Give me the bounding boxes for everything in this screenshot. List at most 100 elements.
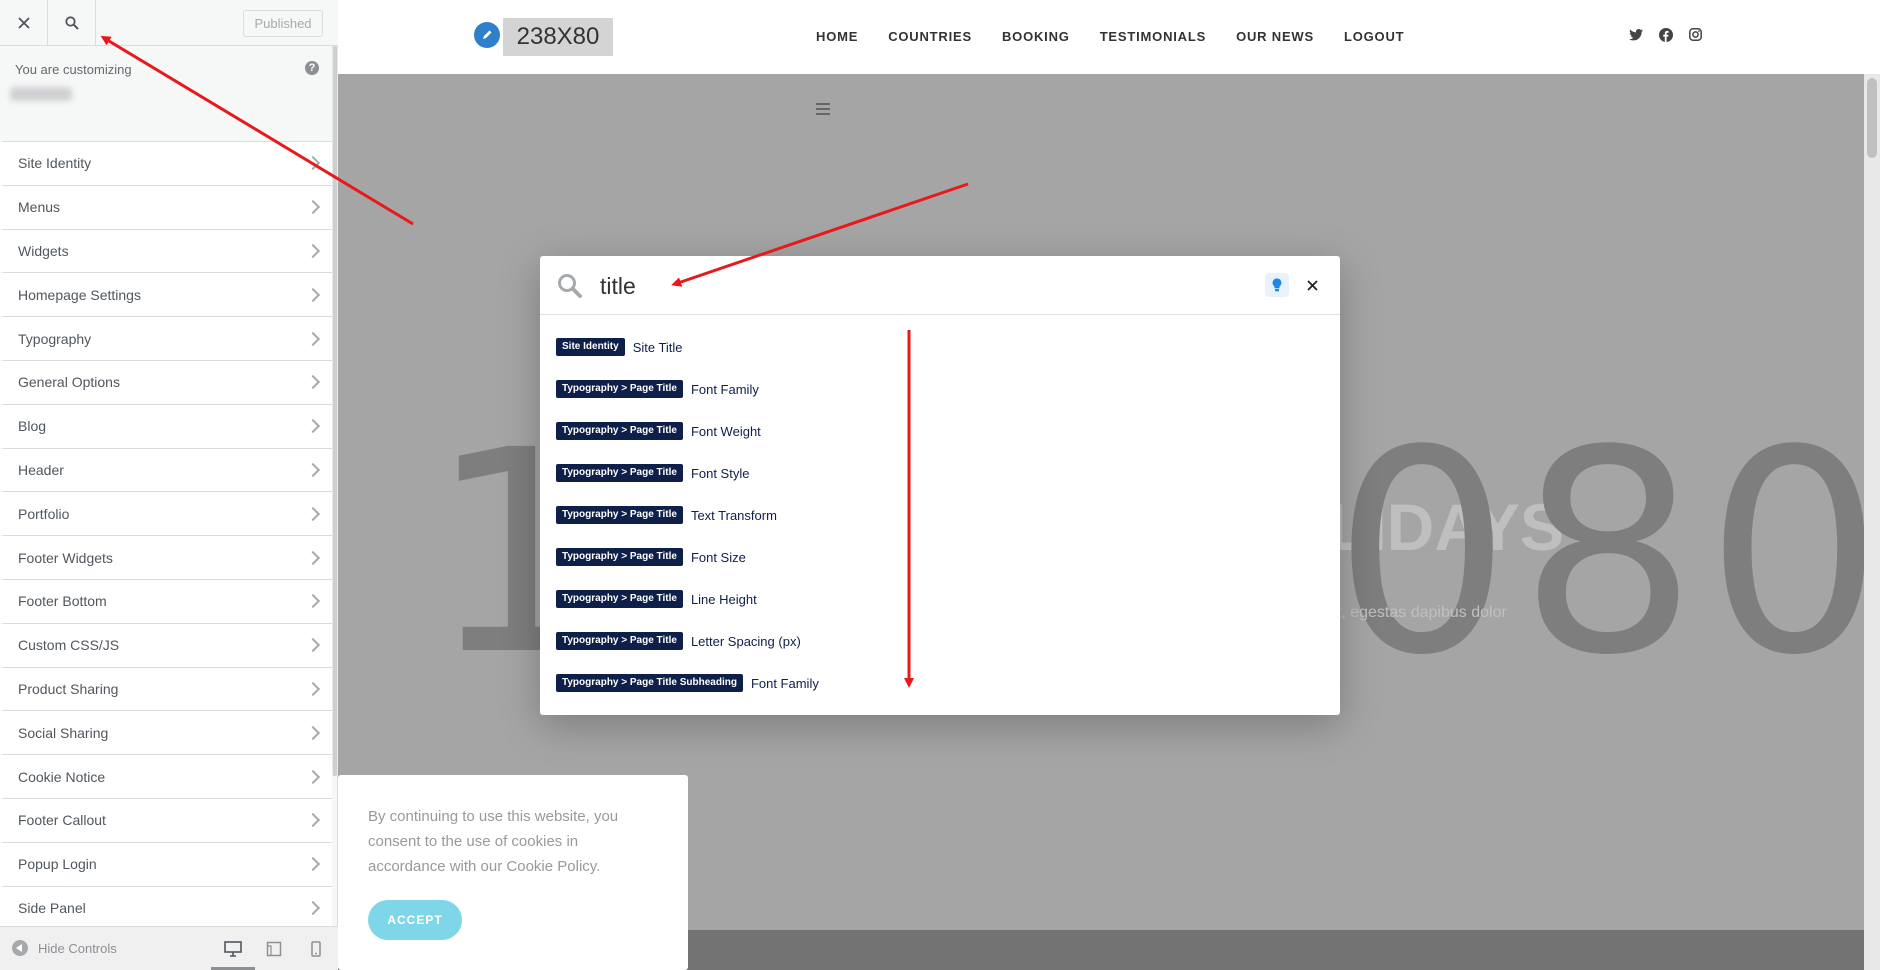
edit-shortcut-icon[interactable] (474, 22, 500, 48)
search-result-item[interactable]: Typography > Page Title Line Height (556, 578, 821, 620)
sidebar-item-label: Blog (18, 418, 47, 435)
sidebar-item-portfolio[interactable]: Portfolio (0, 491, 332, 536)
preview-scrollbar-thumb[interactable] (1867, 78, 1877, 158)
sidebar-item-footer-bottom[interactable]: Footer Bottom (0, 578, 332, 623)
search-result-item[interactable]: Typography > Page Title Font Weight (556, 410, 821, 452)
pencil-icon (483, 30, 492, 39)
sidebar-item-product-sharing[interactable]: Product Sharing (0, 666, 332, 711)
sidebar-item-custom-css-js[interactable]: Custom CSS/JS (0, 622, 332, 667)
chevron-right-icon (305, 594, 321, 609)
search-result-item[interactable]: Site Identity Site Title (556, 326, 821, 368)
nav-item-our-news[interactable]: OUR NEWS (1236, 29, 1314, 44)
instagram-icon[interactable] (1688, 27, 1703, 42)
sidebar-item-label: Site Identity (18, 155, 92, 172)
sidebar-item-footer-widgets[interactable]: Footer Widgets (0, 535, 332, 579)
settings-search-input[interactable] (600, 268, 1200, 304)
search-result-section-badge: Typography > Page Title (556, 422, 683, 440)
customizer-panel-list: Site Identity Menus Widgets Homepage Settin… (0, 141, 332, 930)
search-result-item[interactable]: Typography > Page Title Font Family (556, 368, 821, 410)
sidebar-item-label: Header (18, 461, 64, 478)
sidebar-item-social-sharing[interactable]: Social Sharing (0, 710, 332, 755)
preview-scrollbar[interactable] (1864, 74, 1880, 970)
search-result-label: Font Family (690, 381, 759, 397)
nav-item-booking[interactable]: BOOKING (1002, 29, 1070, 44)
settings-search-modal: Site Identity Site Title Typography > Page… (540, 256, 1340, 715)
search-result-item[interactable]: Typography > Page Title SubheadingFont W… (556, 704, 821, 715)
close-search-button[interactable] (1302, 275, 1322, 295)
sidebar-item-label: General Options (18, 374, 120, 391)
chevron-right-icon (305, 462, 321, 478)
chevron-right-icon (305, 900, 321, 916)
mobile-icon (311, 941, 321, 957)
sidebar-item-footer-callout[interactable]: Footer Callout (0, 797, 332, 842)
sidebar-item-homepage-settings[interactable]: Homepage Settings (0, 272, 332, 317)
search-result-section-badge: Typography > Page Title (556, 506, 683, 524)
search-result-item[interactable]: Typography > Page Title Letter Spacing (p… (556, 620, 821, 662)
tablet-icon (266, 941, 282, 957)
sidebar-item-label: Popup Login (18, 856, 97, 873)
help-icon[interactable]: ? (305, 61, 319, 75)
sidebar-scrollbar-thumb[interactable] (333, 46, 337, 776)
search-result-item[interactable]: Typography > Page Title Font Size (556, 536, 821, 578)
search-tips-button[interactable] (1265, 273, 1289, 297)
sidebar-item-label: Cookie Notice (18, 768, 106, 785)
facebook-icon[interactable] (1658, 27, 1673, 42)
search-result-item[interactable]: Typography > Page Title Subheading Font F… (556, 662, 821, 704)
sidebar-item-blog[interactable]: Blog (0, 403, 332, 448)
published-button[interactable]: Published (243, 10, 323, 37)
search-result-section-badge: Site Identity (556, 338, 625, 356)
close-customizer-button[interactable] (0, 0, 48, 46)
sidebar-item-general-options[interactable]: General Options (0, 359, 332, 404)
cookie-notice: By continuing to use this website, you c… (338, 775, 688, 970)
search-result-item[interactable]: Typography > Page Title Text Transform (556, 494, 821, 536)
chevron-right-icon (305, 813, 321, 828)
search-result-label: Font Weight (690, 423, 761, 439)
search-result-section-badge: Typography > Page Title Subheading (556, 674, 743, 692)
lightbulb-icon (1272, 278, 1282, 292)
hide-controls-label: Hide Controls (38, 940, 117, 956)
sidebar-item-menus[interactable]: Menus (0, 184, 332, 229)
sidebar-item-label: Homepage Settings (18, 286, 141, 303)
nav-item-home[interactable]: HOME (816, 29, 858, 44)
preview-tablet-button[interactable] (263, 938, 285, 960)
search-icon (557, 273, 582, 303)
sidebar-item-popup-login[interactable]: Popup Login (0, 841, 332, 886)
sidebar-item-site-identity[interactable]: Site Identity (0, 141, 332, 185)
search-result-item[interactable]: Typography > Page Title Font Style (556, 452, 821, 494)
search-result-section-badge: Typography > Page Title (556, 380, 683, 398)
search-result-label: Letter Spacing (px) (690, 633, 801, 649)
chevron-right-icon (305, 331, 321, 346)
search-settings-button[interactable] (48, 0, 96, 46)
preview-desktop-button[interactable] (211, 938, 255, 970)
sidebar-footer: Hide Controls (0, 926, 338, 970)
sidebar-item-header[interactable]: Header (0, 447, 332, 492)
site-name-blurred (10, 87, 72, 101)
chevron-right-icon (305, 550, 321, 565)
site-logo[interactable]: 238X80 (503, 18, 613, 56)
sidebar-item-cookie-notice[interactable]: Cookie Notice (0, 754, 332, 798)
sidebar-item-typography[interactable]: Typography (0, 316, 332, 360)
twitter-icon[interactable] (1628, 27, 1643, 42)
sidebar-item-widgets[interactable]: Widgets (0, 228, 332, 273)
nav-item-testimonials[interactable]: TESTIMONIALS (1100, 29, 1206, 44)
chevron-right-icon (305, 769, 321, 784)
sidebar-item-side-panel[interactable]: Side Panel (0, 885, 332, 930)
chevron-right-icon (305, 200, 321, 215)
main-nav: HOME COUNTRIES BOOKING TESTIMONIALS OUR … (816, 29, 1404, 44)
nav-item-countries[interactable]: COUNTRIES (888, 29, 972, 44)
sidebar-item-label: Custom CSS/JS (18, 637, 120, 654)
search-result-label: Text Transform (690, 507, 777, 523)
chevron-right-icon (305, 506, 321, 521)
hide-controls-button[interactable]: Hide Controls (12, 940, 117, 956)
chevron-right-icon (305, 419, 321, 434)
chevron-right-icon (305, 375, 321, 390)
chevron-right-icon (305, 287, 321, 302)
search-result-label: Font Style (690, 465, 750, 481)
desktop-icon (224, 941, 242, 957)
accept-cookies-button[interactable]: ACCEPT (368, 900, 462, 940)
chevron-right-icon (305, 243, 321, 259)
nav-item-logout[interactable]: LOGOUT (1344, 29, 1404, 44)
preview-mobile-button[interactable] (305, 938, 327, 960)
collapse-icon (12, 940, 28, 956)
close-icon (17, 17, 30, 29)
